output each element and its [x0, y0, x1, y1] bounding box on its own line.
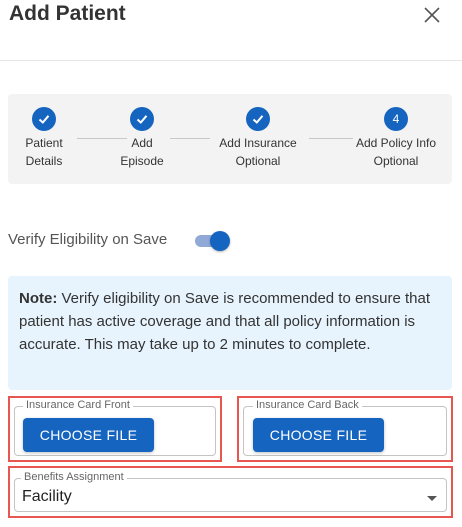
note-label: Note: [19, 290, 58, 307]
choose-file-back-button[interactable]: CHOOSE FILE [253, 418, 384, 452]
step-label-line2: Optional [235, 154, 281, 168]
step-patient-details[interactable]: Patient Details [0, 107, 99, 170]
dialog-title: Add Patient [9, 2, 126, 25]
step-add-policy-info[interactable]: 4 Add Policy Info Optional [341, 107, 451, 170]
eligibility-note: Note: Verify eligibility on Save is reco… [8, 276, 452, 390]
step-number: 4 [384, 107, 408, 131]
field-legend: Insurance Card Back [253, 399, 362, 411]
step-label-line1: Add Policy Info [355, 136, 437, 150]
verify-eligibility-toggle[interactable] [194, 231, 232, 251]
toggle-thumb [210, 231, 230, 251]
chevron-down-icon [427, 496, 437, 501]
verify-eligibility-label: Verify Eligibility on Save [8, 231, 168, 248]
step-label-line1: Add Insurance [219, 136, 297, 150]
step-label-line2: Details [25, 154, 63, 168]
close-icon[interactable] [422, 5, 442, 25]
header-divider [0, 60, 462, 61]
step-add-insurance[interactable]: Add Insurance Optional [203, 107, 313, 170]
benefits-assignment-select[interactable]: Benefits Assignment [14, 471, 447, 512]
note-text: Verify eligibility on Save is recommende… [19, 290, 431, 353]
step-label-line1: Add [131, 136, 153, 150]
step-label-line2: Optional [373, 154, 419, 168]
step-label-line2: Episode [120, 154, 164, 168]
benefits-assignment-value: Facility [22, 488, 72, 505]
field-legend: Benefits Assignment [21, 471, 127, 483]
check-icon [32, 107, 56, 131]
step-label-line1: Patient [25, 136, 63, 150]
choose-file-front-button[interactable]: CHOOSE FILE [23, 418, 154, 452]
check-icon [130, 107, 154, 131]
stepper: Patient Details Add Episode Add Insurance O… [8, 94, 452, 184]
field-legend: Insurance Card Front [23, 399, 133, 411]
step-add-episode[interactable]: Add Episode [87, 107, 197, 170]
check-icon [246, 107, 270, 131]
